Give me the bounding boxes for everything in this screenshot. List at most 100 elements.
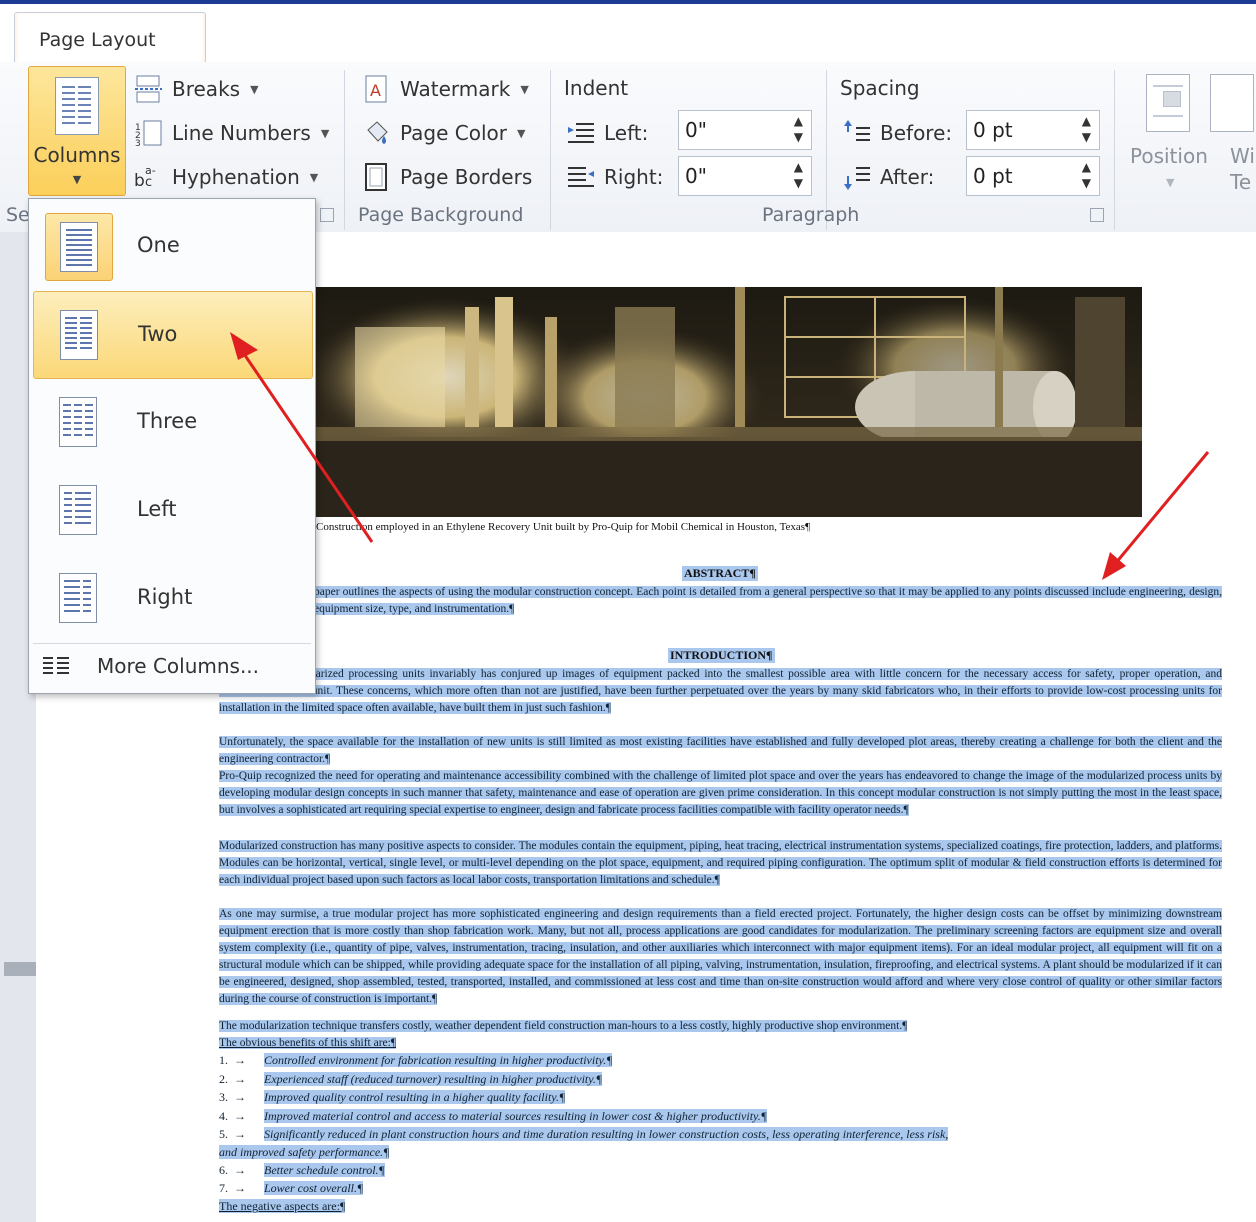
wrap-text-label: Wi <box>1230 144 1255 168</box>
group-separator <box>550 70 551 230</box>
abstract-heading: ABSTRACT¶ <box>682 566 758 581</box>
intro-paragraph-4: Modularized construction has many positi… <box>219 838 1222 889</box>
wrap-text-icon <box>1210 74 1254 132</box>
svg-text:3: 3 <box>135 139 141 148</box>
line-numbers-icon: 123 <box>134 118 164 149</box>
intro-paragraph-5: As one may surmise, a true modular proje… <box>219 906 1222 1008</box>
chevron-down-icon: ▼ <box>520 82 529 96</box>
spacing-after-label: After: <box>842 162 934 192</box>
plant-photo-image <box>315 287 1142 517</box>
group-separator <box>344 70 345 230</box>
list-item: 5. → Significantly reduced in plant cons… <box>219 1127 949 1141</box>
intro-text: Unfortunately, the space available for t… <box>219 736 1222 765</box>
spinner-arrows-icon[interactable]: ▲ ▼ <box>1082 159 1091 191</box>
breaks-icon <box>134 74 164 104</box>
indent-right-label: Right: <box>566 162 663 192</box>
indent-left-label: Left: <box>566 118 648 148</box>
intro-paragraph-6: The modularization technique transfers c… <box>219 1018 1222 1035</box>
svg-text:a-: a- <box>145 164 156 177</box>
left-column-icon <box>45 477 111 543</box>
columns-dropdown-menu: One Two Three Left Right More Columns... <box>28 198 316 694</box>
option-label: Left <box>137 497 177 521</box>
indent-right-text: Right: <box>604 165 664 189</box>
hyphenation-button[interactable]: b c a- Hyphenation ▼ <box>134 162 318 192</box>
columns-option-left[interactable]: Left <box>33 467 311 553</box>
breaks-label: Breaks <box>172 77 241 101</box>
tab-page-layout[interactable]: Page Layout <box>14 12 206 67</box>
line-numbers-button[interactable]: 123 Line Numbers ▼ <box>134 118 330 149</box>
line-numbers-label: Line Numbers <box>172 121 311 145</box>
chevron-down-icon: ▼ <box>309 170 319 184</box>
abstract-text: paper outlines the aspects of using the … <box>314 586 1222 615</box>
negative-heading: The negative aspects are:¶ <box>219 1198 346 1215</box>
position-button[interactable]: Position ▼ <box>1126 70 1216 200</box>
option-label: Right <box>137 585 193 609</box>
more-columns-item[interactable]: More Columns... <box>33 643 311 688</box>
chevron-down-icon: ▼ <box>320 126 330 140</box>
list-item: 4. → Improved material control and acces… <box>219 1109 767 1123</box>
intro-paragraph-2: Unfortunately, the space available for t… <box>219 734 1222 768</box>
three-columns-icon <box>45 389 111 455</box>
hyphenation-icon: b c a- <box>134 162 164 192</box>
more-columns-label: More Columns... <box>97 654 260 678</box>
negative-heading-text: The negative aspects are:¶ <box>219 1199 346 1213</box>
introduction-heading: INTRODUCTION¶ <box>668 648 775 663</box>
spacing-after-value: 0 pt <box>973 164 1013 188</box>
columns-option-three[interactable]: Three <box>33 379 311 465</box>
spinner-arrows-icon[interactable]: ▲ ▼ <box>794 113 803 145</box>
indent-left-value: 0" <box>685 118 707 142</box>
spacing-after-field[interactable]: 0 pt ▲ ▼ <box>966 156 1100 196</box>
spacing-after-icon <box>842 162 872 192</box>
columns-option-one[interactable]: One <box>33 203 311 289</box>
ribbon-tab-strip: Page Layout <box>0 4 1256 67</box>
spinner-arrows-icon[interactable]: ▲ ▼ <box>794 159 803 191</box>
svg-text:b: b <box>134 171 145 191</box>
page-color-label: Page Color <box>400 121 507 145</box>
page-setup-group-label: Se <box>6 204 30 226</box>
spacing-before-field[interactable]: 0 pt ▲ ▼ <box>966 110 1100 150</box>
svg-text:c: c <box>145 175 152 190</box>
columns-option-two[interactable]: Two <box>33 291 313 379</box>
page-borders-button[interactable]: Page Borders <box>362 162 532 192</box>
ruler-marker <box>4 962 36 976</box>
right-column-icon <box>45 565 111 631</box>
page-color-button[interactable]: Page Color ▼ <box>362 118 525 148</box>
intro-paragraph-1: the notion of modularized processing uni… <box>219 666 1222 717</box>
benefits-heading: The obvious benefits of this shift are:¶ <box>219 1035 1222 1052</box>
two-columns-icon <box>46 302 112 368</box>
wrap-text-button[interactable]: Wi Te <box>1204 70 1256 200</box>
indent-right-value: 0" <box>685 164 707 188</box>
spacing-before-icon <box>842 118 872 148</box>
breaks-button[interactable]: Breaks ▼ <box>134 74 259 104</box>
columns-option-right[interactable]: Right <box>33 555 311 641</box>
page-background-group-label: Page Background <box>358 204 524 226</box>
option-label: Two <box>138 322 178 346</box>
indent-left-text: Left: <box>604 121 649 145</box>
columns-button[interactable]: Columns ▼ <box>28 66 126 196</box>
chevron-down-icon: ▼ <box>1166 176 1175 189</box>
option-label: One <box>137 233 180 257</box>
watermark-button[interactable]: A Watermark ▼ <box>362 74 529 104</box>
intro-text: Modularized construction has many positi… <box>219 840 1222 886</box>
columns-icon <box>55 77 99 135</box>
one-column-icon <box>45 213 113 281</box>
position-label: Position <box>1130 144 1208 168</box>
spinner-arrows-icon[interactable]: ▲ ▼ <box>1082 113 1091 145</box>
intro-paragraph-3: Pro-Quip recognized the need for operati… <box>219 768 1222 819</box>
indent-title: Indent <box>564 76 629 100</box>
page-borders-icon <box>362 162 392 192</box>
indent-left-field[interactable]: 0" ▲ ▼ <box>678 110 812 150</box>
paragraph-launcher-icon[interactable] <box>1090 208 1104 222</box>
page-setup-launcher-icon[interactable] <box>320 208 334 222</box>
spacing-before-label: Before: <box>842 118 952 148</box>
columns-label: Columns <box>33 143 121 167</box>
watermark-icon: A <box>362 74 392 104</box>
group-separator <box>1114 70 1115 230</box>
intro-text: The modularization technique transfers c… <box>219 1020 908 1032</box>
spacing-before-value: 0 pt <box>973 118 1013 142</box>
option-label: Three <box>137 409 198 433</box>
hyphenation-label: Hyphenation <box>172 165 300 189</box>
tab-label: Page Layout <box>39 29 156 51</box>
photo-caption: Construction employed in an Ethylene Rec… <box>316 521 811 533</box>
indent-right-field[interactable]: 0" ▲ ▼ <box>678 156 812 196</box>
